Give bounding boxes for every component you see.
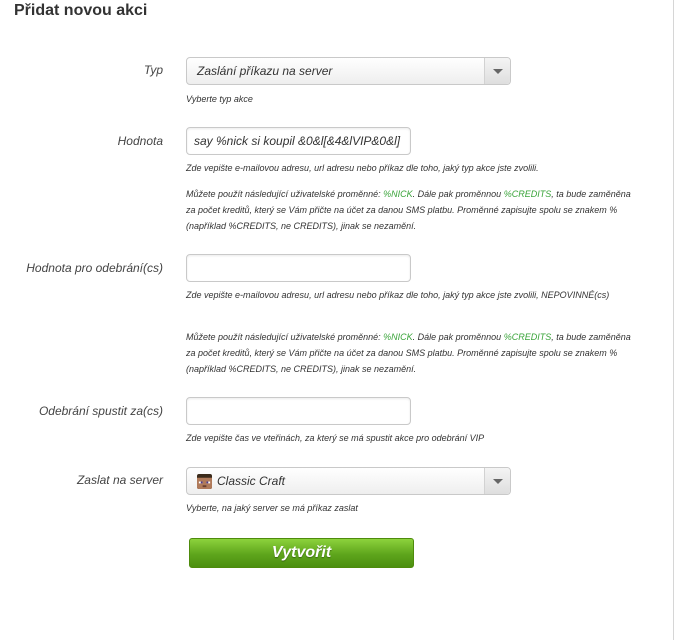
variable-nick: %NICK xyxy=(383,332,413,342)
variable-credits: %CREDITS xyxy=(503,189,552,199)
variables-hint-text: . Dále pak proměnnou xyxy=(412,189,504,199)
type-select-toggle[interactable] xyxy=(484,58,510,84)
remove-value-hint: Zde vepište e-mailovou adresu, url adres… xyxy=(186,290,610,300)
value-input[interactable] xyxy=(186,127,411,155)
server-select-toggle[interactable] xyxy=(484,468,510,494)
remove-delay-label: Odebrání spustit za(cs) xyxy=(38,404,163,418)
server-select-value: Classic Craft xyxy=(217,474,286,488)
minecraft-head-icon xyxy=(197,474,212,489)
chevron-down-icon xyxy=(493,69,503,74)
create-button[interactable]: Vytvořit xyxy=(189,538,414,568)
remove-value-variables-hint: Můžete použít následující uživatelské pr… xyxy=(186,329,636,377)
value-hint: Zde vepište e-mailovou adresu, url adres… xyxy=(186,163,539,173)
type-label: Typ xyxy=(143,63,163,77)
variables-hint-text: Můžete použít následující uživatelské pr… xyxy=(186,332,384,342)
remove-delay-hint: Zde vepište čas ve vteřinách, za který s… xyxy=(186,433,485,443)
server-select[interactable]: Classic Craft xyxy=(186,467,511,495)
variable-nick: %NICK xyxy=(383,189,413,199)
remove-delay-input[interactable] xyxy=(186,397,411,425)
add-action-panel: Přidat novou akci Typ Zaslání příkazu na… xyxy=(0,0,674,640)
remove-value-label: Hodnota pro odebrání(cs) xyxy=(26,261,163,275)
value-variables-hint: Můžete použít následující uživatelské pr… xyxy=(186,186,636,234)
variable-credits: %CREDITS xyxy=(503,332,552,342)
remove-value-input[interactable] xyxy=(186,254,411,282)
server-hint: Vyberte, na jaký server se má příkaz zas… xyxy=(186,503,358,513)
type-select[interactable]: Zaslání příkazu na server xyxy=(186,57,511,85)
variables-hint-text: . Dále pak proměnnou xyxy=(412,332,504,342)
type-select-value: Zaslání příkazu na server xyxy=(197,64,333,78)
type-hint: Vyberte typ akce xyxy=(186,94,253,104)
chevron-down-icon xyxy=(493,479,503,484)
variables-hint-text: Můžete použít následující uživatelské pr… xyxy=(186,189,384,199)
server-label: Zaslat na server xyxy=(76,473,163,487)
page-title: Přidat novou akci xyxy=(14,2,148,19)
value-label: Hodnota xyxy=(117,134,163,148)
